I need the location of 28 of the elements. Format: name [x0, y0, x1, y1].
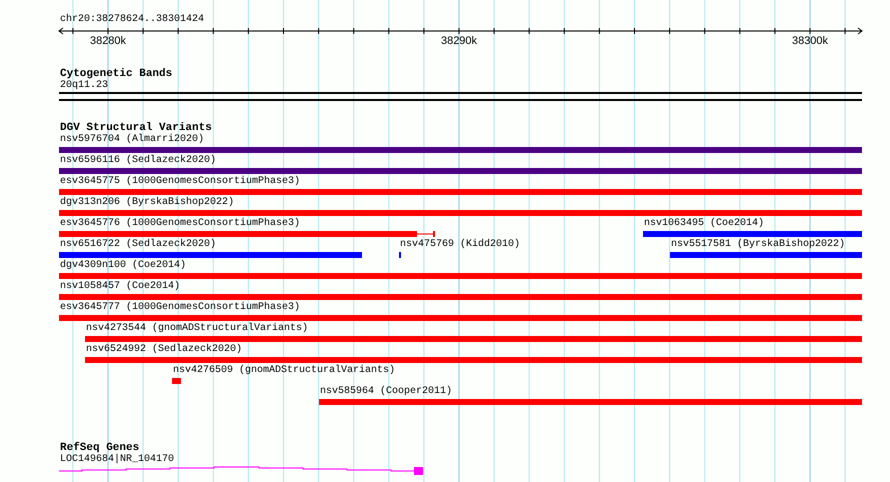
variant-label: nsv6596116 (Sedlazeck2020) [60, 155, 216, 167]
variant-label: nsv1063495 (Coe2014) [644, 218, 764, 230]
track-title: RefSeq Genes [60, 442, 140, 454]
variant-label: nsv475769 (Kidd2010) [400, 239, 520, 251]
region-title: chr20:38278624..38301424 [60, 14, 204, 26]
band-label: 20q11.23 [60, 80, 108, 92]
cytoband[interactable] [59, 92, 862, 101]
variant-label: nsv6516722 (Sedlazeck2020) [60, 239, 216, 251]
track-title: DGV Structural Variants [60, 122, 212, 134]
variant-label: nsv4276509 (gnomADStructuralVariants) [173, 365, 396, 377]
variant-label: dgv4309n100 (Coe2014) [60, 260, 186, 272]
tick-label: 38300k [792, 35, 828, 47]
variant-label: nsv5976704 (Almarri2020) [60, 134, 204, 146]
gene-drawing[interactable] [58, 466, 423, 475]
tick-label: 38290k [440, 35, 478, 47]
variant-label: nsv5517581 (ByrskaBishop2022) [671, 239, 846, 251]
variant-label: nsv4273544 (gnomADStructuralVariants) [86, 323, 308, 335]
tick-label: 38280k [90, 35, 126, 47]
variant-label: nsv6524992 (Sedlazeck2020) [86, 344, 242, 356]
variant-label: esv3645777 (1000GenomesConsortiumPhase3) [60, 302, 300, 314]
track-title: Cytogenetic Bands [60, 68, 172, 80]
gene-label: LOC149684|NR_104170 [60, 454, 174, 466]
variant-label: dgv313n206 (ByrskaBishop2022) [60, 197, 234, 209]
variant-label: nsv1058457 (Coe2014) [60, 281, 180, 293]
variant-label: nsv585964 (Cooper2011) [320, 386, 452, 398]
variant-label: esv3645776 (1000GenomesConsortiumPhase3) [60, 218, 300, 230]
variant-bar[interactable] [59, 231, 435, 237]
variant-label: esv3645775 (1000GenomesConsortiumPhase3) [60, 176, 300, 188]
